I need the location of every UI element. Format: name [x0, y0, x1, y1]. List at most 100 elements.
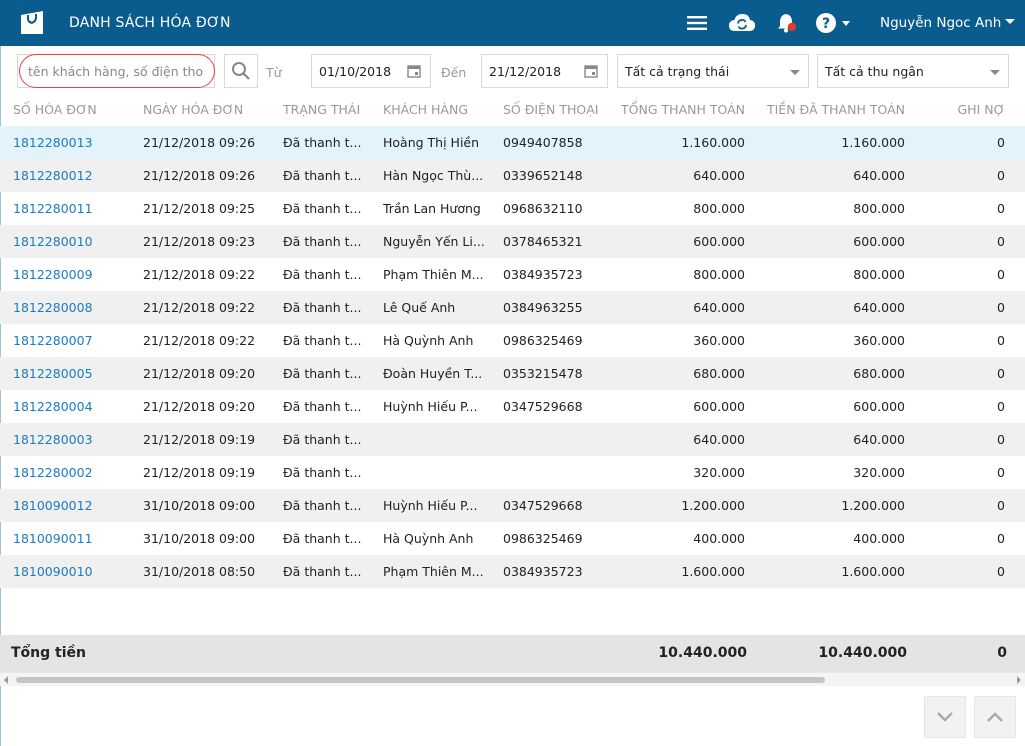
user-name[interactable]: Nguyễn Ngoc Anh: [880, 15, 1001, 31]
status-select[interactable]: Tất cả trạng thái: [617, 54, 809, 88]
scroll-up-button[interactable]: [974, 696, 1016, 738]
invoice-number-link[interactable]: 1810090011: [13, 531, 133, 546]
paid-cell: 600.000: [853, 234, 905, 249]
cloud-sync-icon[interactable]: [728, 11, 756, 35]
column-header-debt[interactable]: GHI NỢ: [945, 102, 1005, 117]
table-row[interactable]: 1812280008 21/12/2018 09:22 Đã thanh t... L…: [0, 291, 1025, 324]
paid-cell: 360.000: [853, 333, 905, 348]
debt-cell: 0: [997, 333, 1005, 348]
paid-cell: 800.000: [853, 267, 905, 282]
column-header-paid[interactable]: TIỀN ĐÃ THANH TOÁN: [765, 102, 905, 117]
paid-cell: 800.000: [853, 201, 905, 216]
invoice-number-link[interactable]: 1812280009: [13, 267, 133, 282]
table-row[interactable]: 1810090012 31/10/2018 09:00 Đã thanh t... H…: [0, 489, 1025, 522]
phone-cell: 0384963255: [503, 300, 583, 315]
table-row[interactable]: 1810090011 31/10/2018 09:00 Đã thanh t... H…: [0, 522, 1025, 555]
invoice-date-cell: 21/12/2018 09:22: [143, 300, 256, 315]
table-row[interactable]: 1812280005 21/12/2018 09:20 Đã thanh t... Đ…: [0, 357, 1025, 390]
chevron-down-icon: [937, 712, 953, 722]
invoice-number-link[interactable]: 1812280008: [13, 300, 133, 315]
footer-debt: 0: [997, 645, 1007, 661]
scrollbar-thumb[interactable]: [16, 677, 825, 683]
invoice-date-cell: 21/12/2018 09:20: [143, 399, 256, 414]
paid-cell: 600.000: [853, 399, 905, 414]
table-row[interactable]: 1812280012 21/12/2018 09:26 Đã thanh t... H…: [0, 159, 1025, 192]
invoice-date-cell: 21/12/2018 09:22: [143, 267, 256, 282]
column-header-status[interactable]: TRẠNG THÁI: [283, 102, 360, 117]
table-row[interactable]: 1812280004 21/12/2018 09:20 Đã thanh t... H…: [0, 390, 1025, 423]
to-date-picker[interactable]: 21/12/2018: [481, 54, 608, 88]
invoice-number-link[interactable]: 1810090010: [13, 564, 133, 579]
calendar-icon: [584, 65, 598, 78]
total-cell: 400.000: [693, 531, 745, 546]
invoice-number-link[interactable]: 1812280007: [13, 333, 133, 348]
help-icon[interactable]: ?: [815, 11, 851, 35]
column-header-total[interactable]: TỔNG THANH TOÁN: [605, 102, 745, 117]
invoice-number-link[interactable]: 1812280004: [13, 399, 133, 414]
invoice-date-cell: 31/10/2018 09:00: [143, 498, 256, 513]
invoice-number-link[interactable]: 1810090012: [13, 498, 133, 513]
cashier-select-value: Tất cả thu ngân: [825, 64, 924, 79]
to-label: Đến: [441, 65, 467, 80]
chevron-up-icon: [987, 712, 1003, 722]
table-row[interactable]: 1812280007 21/12/2018 09:22 Đã thanh t... H…: [0, 324, 1025, 357]
column-header-customer[interactable]: KHÁCH HÀNG: [383, 102, 468, 117]
bell-icon[interactable]: [776, 11, 798, 35]
invoice-number-link[interactable]: 1812280010: [13, 234, 133, 249]
from-date-value: 01/10/2018: [319, 64, 392, 79]
column-header-invoice-date[interactable]: NGÀY HÓA ĐƠN: [143, 102, 243, 117]
search-button[interactable]: [224, 54, 258, 88]
debt-cell: 0: [997, 366, 1005, 381]
status-cell: Đã thanh t...: [283, 399, 362, 414]
invoice-date-cell: 21/12/2018 09:19: [143, 432, 256, 447]
scroll-right-icon[interactable]: [1017, 676, 1021, 684]
table-row[interactable]: 1810090010 31/10/2018 08:50 Đã thanh t... P…: [0, 555, 1025, 588]
invoice-number-link[interactable]: 1812280002: [13, 465, 133, 480]
from-date-picker[interactable]: 01/10/2018: [311, 54, 431, 88]
scroll-left-icon[interactable]: [4, 676, 8, 684]
customer-cell: Trần Lan Hương: [383, 201, 481, 216]
customer-cell: Huỳnh Hiếu P...: [383, 498, 478, 513]
table-row[interactable]: 1812280011 21/12/2018 09:25 Đã thanh t... T…: [0, 192, 1025, 225]
debt-cell: 0: [997, 168, 1005, 183]
svg-text:?: ?: [822, 16, 830, 32]
status-cell: Đã thanh t...: [283, 234, 362, 249]
horizontal-scrollbar[interactable]: [0, 672, 1025, 686]
invoice-number-link[interactable]: 1812280011: [13, 201, 133, 216]
total-cell: 1.160.000: [681, 135, 745, 150]
invoice-date-cell: 21/12/2018 09:23: [143, 234, 256, 249]
table-row[interactable]: 1812280010 21/12/2018 09:23 Đã thanh t... N…: [0, 225, 1025, 258]
table-row[interactable]: 1812280009 21/12/2018 09:22 Đã thanh t... P…: [0, 258, 1025, 291]
paid-cell: 1.160.000: [841, 135, 905, 150]
debt-cell: 0: [997, 234, 1005, 249]
table-header: SỐ HÓA ĐƠN NGÀY HÓA ĐƠN TRẠNG THÁI KHÁCH…: [0, 94, 1025, 126]
paid-cell: 640.000: [853, 300, 905, 315]
shopping-bag-icon[interactable]: [18, 10, 46, 36]
phone-cell: 0347529668: [503, 399, 583, 414]
page-title: DANH SÁCH HÓA ĐƠN: [69, 15, 231, 31]
chevron-down-icon: [790, 70, 800, 75]
paid-cell: 640.000: [853, 432, 905, 447]
invoice-number-link[interactable]: 1812280005: [13, 366, 133, 381]
invoice-number-link[interactable]: 1812280003: [13, 432, 133, 447]
paid-cell: 320.000: [853, 465, 905, 480]
table-row[interactable]: 1812280003 21/12/2018 09:19 Đã thanh t... 6…: [0, 423, 1025, 456]
phone-cell: 0949407858: [503, 135, 583, 150]
paid-cell: 640.000: [853, 168, 905, 183]
scroll-down-button[interactable]: [924, 696, 966, 738]
cashier-select[interactable]: Tất cả thu ngân: [817, 54, 1009, 88]
menu-icon[interactable]: [686, 11, 708, 35]
table-row[interactable]: 1812280013 21/12/2018 09:26 Đã thanh t... H…: [0, 126, 1025, 159]
column-header-invoice-no[interactable]: SỐ HÓA ĐƠN: [13, 102, 97, 117]
customer-cell: Đoàn Huyền T...: [383, 366, 483, 381]
column-header-phone[interactable]: SỐ ĐIỆN THOẠI: [503, 102, 598, 117]
table-row[interactable]: 1812280002 21/12/2018 09:19 Đã thanh t... 3…: [0, 456, 1025, 489]
search-input[interactable]: [18, 55, 214, 87]
user-menu-caret-icon[interactable]: [1005, 19, 1015, 24]
calendar-icon: [407, 65, 421, 78]
footer-label: Tổng tiền: [11, 645, 86, 661]
invoice-number-link[interactable]: 1812280013: [13, 135, 133, 150]
invoice-date-cell: 21/12/2018 09:20: [143, 366, 256, 381]
total-cell: 1.600.000: [681, 564, 745, 579]
invoice-number-link[interactable]: 1812280012: [13, 168, 133, 183]
